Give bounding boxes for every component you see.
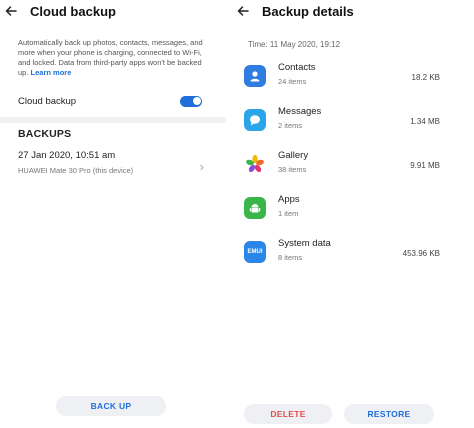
list-item-gallery[interactable]: Gallery 38 items 9.91 MB — [244, 150, 440, 194]
chevron-right-icon: › — [199, 159, 204, 174]
emui-icon-text: EMUI — [247, 249, 263, 255]
section-divider — [0, 117, 226, 123]
backups-section-title: BACKUPS — [18, 128, 72, 140]
backup-details-list: Contacts 24 items 18.2 KB Messages 2 ite… — [244, 62, 440, 282]
delete-button[interactable]: DELETE — [244, 404, 332, 424]
item-count: 24 items — [278, 77, 307, 86]
back-arrow-icon[interactable] — [0, 0, 22, 22]
item-name: Messages — [278, 106, 322, 117]
item-size: 9.91 MB — [410, 161, 440, 170]
backup-details-screen: Backup details Time: 11 May 2020, 19:12 … — [232, 0, 474, 428]
messages-icon — [244, 109, 266, 131]
cloud-backup-header: Cloud backup — [0, 0, 116, 22]
backup-time: Time: 11 May 2020, 19:12 — [248, 40, 341, 49]
backup-date: 27 Jan 2020, 10:51 am — [18, 150, 116, 161]
backup-list-item[interactable]: 27 Jan 2020, 10:51 am HUAWEI Mate 30 Pro… — [18, 150, 204, 182]
contacts-icon — [244, 65, 266, 87]
item-count: 2 items — [278, 121, 303, 130]
list-item-system-data[interactable]: EMUI System data 8 items 453.96 KB — [244, 238, 440, 282]
toggle-label: Cloud backup — [18, 95, 77, 107]
item-name: Apps — [278, 194, 300, 205]
page-title: Cloud backup — [30, 3, 116, 19]
backup-details-header: Backup details — [232, 0, 354, 22]
switch-knob — [192, 97, 201, 105]
list-item-contacts[interactable]: Contacts 24 items 18.2 KB — [244, 62, 440, 106]
apps-icon — [244, 197, 266, 219]
gallery-icon — [244, 153, 266, 175]
cloud-backup-toggle-row[interactable]: Cloud backup — [18, 92, 202, 110]
item-name: Gallery — [278, 150, 309, 161]
item-size: 18.2 KB — [411, 73, 440, 82]
list-item-apps[interactable]: Apps 1 item — [244, 194, 440, 238]
list-item-messages[interactable]: Messages 2 items 1.34 MB — [244, 106, 440, 150]
emui-icon: EMUI — [244, 241, 266, 263]
item-size: 1.34 MB — [410, 117, 440, 126]
cloud-backup-switch[interactable] — [180, 95, 202, 107]
item-name: System data — [278, 238, 331, 249]
back-arrow-icon[interactable] — [232, 0, 254, 22]
item-count: 8 items — [278, 253, 303, 262]
cloud-backup-screen: Cloud backup Automatically back up photo… — [0, 0, 226, 428]
back-up-button[interactable]: BACK UP — [56, 396, 166, 416]
item-name: Contacts — [278, 62, 316, 73]
page-title: Backup details — [262, 3, 354, 19]
item-count: 1 item — [278, 209, 299, 218]
item-count: 38 items — [278, 165, 307, 174]
item-size: 453.96 KB — [402, 249, 440, 258]
backup-device: HUAWEI Mate 30 Pro (this device) — [18, 166, 134, 175]
backup-description: Automatically back up photos, contacts, … — [18, 38, 204, 78]
restore-button[interactable]: RESTORE — [344, 404, 434, 424]
learn-more-link[interactable]: Learn more — [31, 68, 72, 77]
